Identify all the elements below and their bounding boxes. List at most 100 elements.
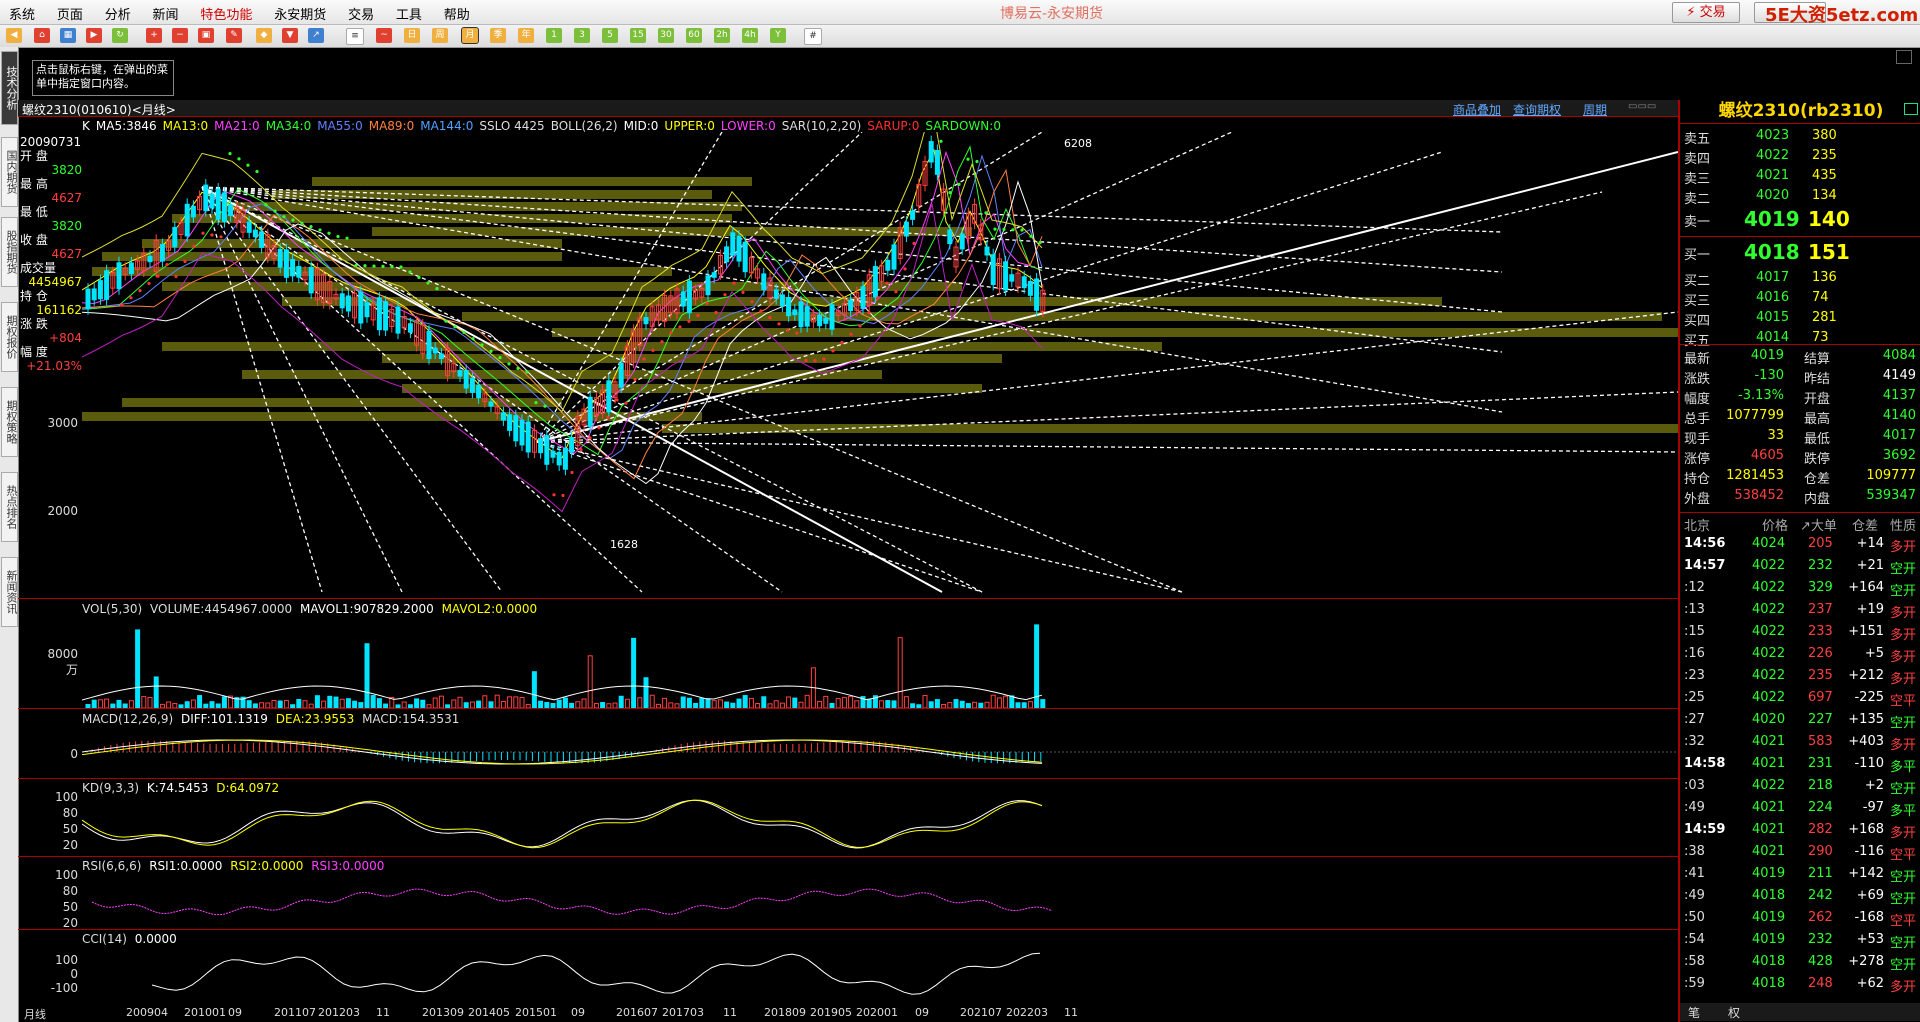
menu-page[interactable]: 页面 bbox=[48, 0, 92, 24]
cci-chart[interactable] bbox=[82, 946, 1678, 1002]
bid-row[interactable]: 买五 4014 73 bbox=[1684, 330, 1918, 349]
overlay-link[interactable]: 商品叠加 bbox=[1453, 101, 1501, 118]
tab-option-quotes[interactable]: 期权报价 bbox=[1, 302, 18, 372]
period-15-icon[interactable]: 15 bbox=[630, 28, 646, 43]
tab-technical[interactable]: 技术分析 bbox=[1, 51, 18, 125]
tab-rights[interactable]: 权 bbox=[1728, 1004, 1740, 1021]
tab-index-futures[interactable]: 股指期货 bbox=[1, 217, 18, 287]
period-60-icon[interactable]: 60 bbox=[686, 28, 702, 43]
macd-chart[interactable] bbox=[82, 726, 1678, 778]
chart-layout-icon[interactable]: ▭▭▭ bbox=[1628, 101, 1656, 112]
main-price-chart[interactable] bbox=[82, 132, 1678, 598]
bid1-row[interactable]: 买一 4018 151 bbox=[1684, 240, 1918, 264]
chart-icon[interactable]: ~ bbox=[376, 28, 392, 43]
menu-yongan[interactable]: 永安期货 bbox=[265, 0, 335, 24]
tick-row[interactable]: :16 4022 226 +5 多开 bbox=[1684, 644, 1920, 666]
menu-help[interactable]: 帮助 bbox=[435, 0, 479, 24]
tick-row[interactable]: :03 4022 218 +2 空开 bbox=[1684, 776, 1920, 798]
tab-domestic-futures[interactable]: 国内期货 bbox=[1, 137, 18, 207]
back-arrow-icon[interactable]: ◀ bbox=[6, 28, 22, 43]
menu-analysis[interactable]: 分析 bbox=[96, 0, 140, 24]
time-axis-label[interactable]: 月线 bbox=[24, 1006, 46, 1022]
ask-row[interactable]: 卖五 4023 380 bbox=[1684, 128, 1918, 147]
period-5-icon[interactable]: 5 bbox=[602, 28, 618, 43]
menu-trade[interactable]: 交易 bbox=[339, 0, 383, 24]
period-2h-icon[interactable]: 2h bbox=[714, 28, 730, 43]
tab-ticks[interactable]: 笔 bbox=[1688, 1004, 1700, 1021]
calendar-month-icon[interactable]: 月 bbox=[461, 27, 479, 44]
calendar-quarter-icon[interactable]: 季 bbox=[490, 28, 506, 43]
option-query-link[interactable]: 查询期权 bbox=[1513, 101, 1561, 118]
ask-row[interactable]: 卖二 4020 134 bbox=[1684, 188, 1918, 207]
legend-item: MA89:0 bbox=[368, 119, 415, 133]
tick-row[interactable]: 14:59 4021 282 +168 多开 bbox=[1684, 820, 1920, 842]
tick-row[interactable]: :12 4022 329 +164 空开 bbox=[1684, 578, 1920, 600]
tick-row[interactable]: 14:57 4022 232 +21 空开 bbox=[1684, 556, 1920, 578]
tick-row[interactable]: :58 4018 428 +278 空开 bbox=[1684, 952, 1920, 974]
calculator-icon[interactable]: # bbox=[804, 28, 822, 45]
tick-row[interactable]: 14:56 4024 205 +14 多开 bbox=[1684, 534, 1920, 556]
draw-icon[interactable]: ↗ bbox=[308, 28, 324, 43]
menu-news[interactable]: 新闻 bbox=[144, 0, 188, 24]
rsi-chart[interactable] bbox=[82, 872, 1678, 930]
period-link[interactable]: 周期 bbox=[1583, 101, 1607, 118]
volume-bar bbox=[147, 696, 153, 708]
sar-dot bbox=[498, 356, 502, 360]
window-icon[interactable]: ▣ bbox=[198, 28, 214, 43]
period-4h-icon[interactable]: 4h bbox=[742, 28, 758, 43]
filter-icon[interactable]: ▼ bbox=[282, 28, 298, 43]
refresh-icon[interactable]: ↻ bbox=[112, 28, 128, 43]
tick-row[interactable]: :32 4021 583 +403 多开 bbox=[1684, 732, 1920, 754]
tick-row[interactable]: :25 4022 697 -225 空平 bbox=[1684, 688, 1920, 710]
tick-row[interactable]: 14:58 4021 231 -110 多平 bbox=[1684, 754, 1920, 776]
home-icon[interactable]: ⌂ bbox=[34, 28, 50, 43]
menu-system[interactable]: 系统 bbox=[0, 0, 44, 24]
eraser-icon[interactable]: ◆ bbox=[256, 28, 272, 43]
menu-special[interactable]: 特色功能 bbox=[191, 0, 261, 24]
bid-row[interactable]: 买二 4017 136 bbox=[1684, 270, 1918, 289]
tab-option-strategy[interactable]: 期权策略 bbox=[1, 387, 18, 457]
tick-row[interactable]: :13 4022 237 +19 多开 bbox=[1684, 600, 1920, 622]
calendar-year-icon[interactable]: 年 bbox=[518, 28, 534, 43]
trade-button[interactable]: ⚡ 交易 bbox=[1672, 2, 1740, 23]
period-3-icon[interactable]: 3 bbox=[574, 28, 590, 43]
sar-dot bbox=[633, 377, 637, 382]
ask-row[interactable]: 卖四 4022 235 bbox=[1684, 148, 1918, 167]
menu-tools[interactable]: 工具 bbox=[387, 0, 431, 24]
video-icon[interactable]: ▶ bbox=[86, 28, 102, 43]
tick-row[interactable]: :23 4022 235 +212 多开 bbox=[1684, 666, 1920, 688]
tick-price: 4022 bbox=[1752, 778, 1786, 793]
tick-row[interactable]: :38 4021 290 -116 空平 bbox=[1684, 842, 1920, 864]
tick-row[interactable]: :50 4019 262 -168 空平 bbox=[1684, 908, 1920, 930]
macd-value: MACD:154.3531 bbox=[362, 712, 460, 726]
period-y-icon[interactable]: Y bbox=[770, 28, 786, 43]
tab-hot-ranking[interactable]: 热点排名 bbox=[1, 472, 18, 542]
calendar-day-icon[interactable]: 日 bbox=[404, 28, 420, 43]
stat-row: 幅度 -3.13% 开盘 4137 bbox=[1684, 388, 1918, 407]
period-30-icon[interactable]: 30 bbox=[658, 28, 674, 43]
ask-row[interactable]: 卖三 4021 435 bbox=[1684, 168, 1918, 187]
grid-icon[interactable]: ▦ bbox=[60, 28, 76, 43]
ask1-row[interactable]: 卖一 4019 140 bbox=[1684, 207, 1918, 231]
tick-row[interactable]: :59 4018 248 +62 多开 bbox=[1684, 974, 1920, 996]
zoom-out-icon[interactable]: − bbox=[172, 28, 188, 43]
calendar-week-icon[interactable]: 周 bbox=[432, 28, 448, 43]
tick-row[interactable]: :54 4019 232 +53 空开 bbox=[1684, 930, 1920, 952]
period-1-icon[interactable]: 1 bbox=[546, 28, 562, 43]
bid-row[interactable]: 买三 4016 74 bbox=[1684, 290, 1918, 309]
tab-news[interactable]: 新闻资讯 bbox=[1, 557, 18, 627]
tick-row[interactable]: :27 4020 227 +135 空开 bbox=[1684, 710, 1920, 732]
table-icon[interactable]: ≡ bbox=[346, 28, 364, 45]
tick-row[interactable]: :49 4021 224 -97 多平 bbox=[1684, 798, 1920, 820]
pen-icon[interactable]: ✎ bbox=[226, 28, 242, 43]
tick-row[interactable]: :49 4018 242 +69 空开 bbox=[1684, 886, 1920, 908]
tick-row[interactable]: :15 4022 233 +151 多开 bbox=[1684, 622, 1920, 644]
window-restore-icon[interactable] bbox=[1896, 50, 1912, 64]
bid-row[interactable]: 买四 4015 281 bbox=[1684, 310, 1918, 329]
tick-row[interactable]: :41 4019 211 +142 空开 bbox=[1684, 864, 1920, 886]
zoom-in-icon[interactable]: + bbox=[146, 28, 162, 43]
volume-chart[interactable] bbox=[82, 614, 1678, 708]
volume-bar bbox=[618, 695, 624, 708]
panel-toggle-icon[interactable] bbox=[1904, 103, 1918, 115]
kd-chart[interactable] bbox=[82, 794, 1678, 854]
